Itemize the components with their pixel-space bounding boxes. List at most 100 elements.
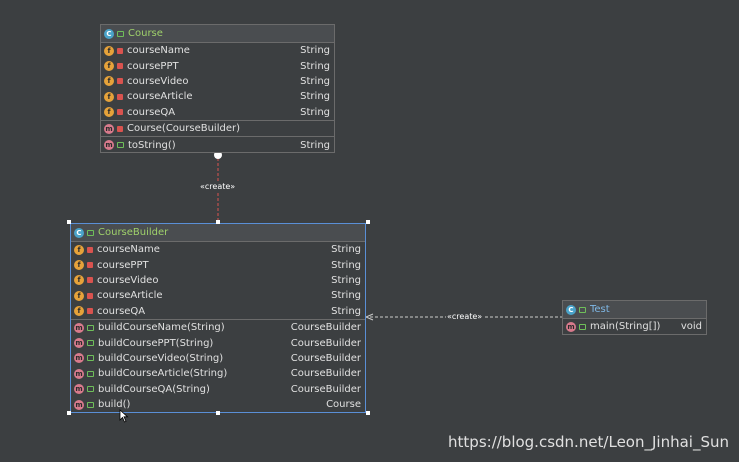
method-row[interactable]: m buildCourseVideo(String) CourseBuilder xyxy=(71,351,365,366)
method-row[interactable]: m buildCoursePPT(String) CourseBuilder xyxy=(71,335,365,350)
private-icon xyxy=(87,308,93,315)
private-icon xyxy=(117,93,123,100)
member-type: CourseBuilder xyxy=(290,322,361,334)
method-icon: m xyxy=(104,123,114,134)
field-row[interactable]: f courseQA String xyxy=(71,304,365,319)
class-test-title: Test xyxy=(590,304,610,315)
class-course[interactable]: C Course f courseName String f coursePPT Stri… xyxy=(100,24,335,153)
create-label-test-builder: «create» xyxy=(446,312,484,321)
field-icon: f xyxy=(74,306,84,317)
field-icon: f xyxy=(104,76,114,87)
class-test-header[interactable]: C Test xyxy=(563,301,706,319)
selection-handle-s[interactable] xyxy=(216,411,220,415)
public-icon xyxy=(87,386,94,393)
field-icon: f xyxy=(104,91,114,102)
method-row[interactable]: m toString() String xyxy=(101,137,334,152)
member-name: courseName xyxy=(97,244,160,256)
method-icon: m xyxy=(104,140,114,151)
field-row[interactable]: f coursePPT String xyxy=(101,58,334,73)
selection-handle-sw[interactable] xyxy=(67,411,71,415)
member-type: String xyxy=(300,91,330,103)
private-icon xyxy=(117,109,123,116)
member-type: String xyxy=(331,259,361,271)
method-icon: m xyxy=(74,368,84,379)
selection-handle-nw[interactable] xyxy=(67,220,71,224)
method-row[interactable]: m Course(CourseBuilder) xyxy=(101,121,334,136)
member-type: String xyxy=(300,60,330,72)
class-course-fields: f courseName String f coursePPT String f course… xyxy=(101,43,334,121)
class-course-title: Course xyxy=(128,28,163,39)
field-row[interactable]: f courseVideo String xyxy=(71,273,365,288)
selection-handle-n[interactable] xyxy=(216,220,220,224)
method-row[interactable]: m build() Course xyxy=(71,397,365,412)
member-type: CourseBuilder xyxy=(290,383,361,395)
member-type: String xyxy=(331,305,361,317)
create-label-builder-course: «create» xyxy=(199,182,237,191)
member-name: build() xyxy=(98,399,131,411)
member-type: String xyxy=(331,244,361,256)
class-coursebuilder-header[interactable]: C CourseBuilder xyxy=(71,224,365,242)
class-icon: C xyxy=(74,227,84,238)
field-icon: f xyxy=(104,61,114,72)
method-icon: m xyxy=(74,353,84,364)
method-row[interactable]: m buildCourseArticle(String) CourseBuilder xyxy=(71,366,365,381)
field-icon: f xyxy=(74,260,84,271)
field-icon: f xyxy=(74,275,84,286)
public-icon xyxy=(87,229,94,236)
field-row[interactable]: f courseName String xyxy=(71,242,365,257)
public-icon xyxy=(579,306,586,313)
private-icon xyxy=(87,262,93,269)
private-icon xyxy=(117,47,123,54)
private-icon xyxy=(117,63,123,70)
class-coursebuilder-methods: m buildCourseName(String) CourseBuilder m bu… xyxy=(71,320,365,412)
public-icon xyxy=(117,142,124,149)
field-row[interactable]: f courseName String xyxy=(101,43,334,58)
member-name: buildCoursePPT(String) xyxy=(98,337,214,349)
field-row[interactable]: f courseArticle String xyxy=(71,288,365,303)
class-test[interactable]: C Test m main(String[]) void xyxy=(562,300,707,335)
class-course-methods: m toString() String xyxy=(101,137,334,152)
member-name: courseArticle xyxy=(97,290,163,302)
public-icon xyxy=(117,30,124,37)
method-row[interactable]: m buildCourseQA(String) CourseBuilder xyxy=(71,382,365,397)
member-name: courseArticle xyxy=(127,91,193,103)
method-row[interactable]: m buildCourseName(String) CourseBuilder xyxy=(71,320,365,335)
class-coursebuilder[interactable]: C CourseBuilder f courseName String f course… xyxy=(70,223,366,413)
member-type: CourseBuilder xyxy=(290,368,361,380)
method-icon: m xyxy=(74,322,84,333)
watermark: https://blog.csdn.net/Leon_Jinhai_Sun xyxy=(448,433,729,451)
method-row[interactable]: m main(String[]) void xyxy=(563,319,706,334)
member-name: main(String[]) xyxy=(590,321,661,333)
method-icon: m xyxy=(566,321,576,332)
public-icon xyxy=(87,355,94,362)
field-row[interactable]: f courseQA String xyxy=(101,105,334,120)
private-icon xyxy=(87,277,93,284)
member-name: Course(CourseBuilder) xyxy=(127,123,240,135)
member-type: void xyxy=(680,321,702,333)
member-type: String xyxy=(300,139,330,151)
member-name: buildCourseQA(String) xyxy=(98,383,210,395)
field-row[interactable]: f coursePPT String xyxy=(71,257,365,272)
field-row[interactable]: f courseArticle String xyxy=(101,89,334,104)
class-course-header[interactable]: C Course xyxy=(101,25,334,43)
selection-handle-ne[interactable] xyxy=(366,220,370,224)
member-name: buildCourseVideo(String) xyxy=(98,352,224,364)
member-type: String xyxy=(300,106,330,118)
mouse-cursor-icon xyxy=(119,409,129,423)
member-name: coursePPT xyxy=(127,60,179,72)
public-icon xyxy=(87,370,94,377)
public-icon xyxy=(579,323,586,330)
class-course-constructors: m Course(CourseBuilder) xyxy=(101,121,334,138)
class-coursebuilder-fields: f courseName String f coursePPT String f course… xyxy=(71,242,365,320)
private-icon xyxy=(87,292,93,299)
private-icon xyxy=(117,125,123,132)
field-row[interactable]: f courseVideo String xyxy=(101,74,334,89)
selection-handle-se[interactable] xyxy=(366,411,370,415)
member-name: buildCourseName(String) xyxy=(98,322,225,334)
class-coursebuilder-title: CourseBuilder xyxy=(98,227,169,238)
member-name: courseQA xyxy=(97,305,146,317)
method-icon: m xyxy=(74,338,84,349)
field-icon: f xyxy=(74,244,84,255)
member-type: String xyxy=(331,274,361,286)
member-name: courseVideo xyxy=(97,274,159,286)
